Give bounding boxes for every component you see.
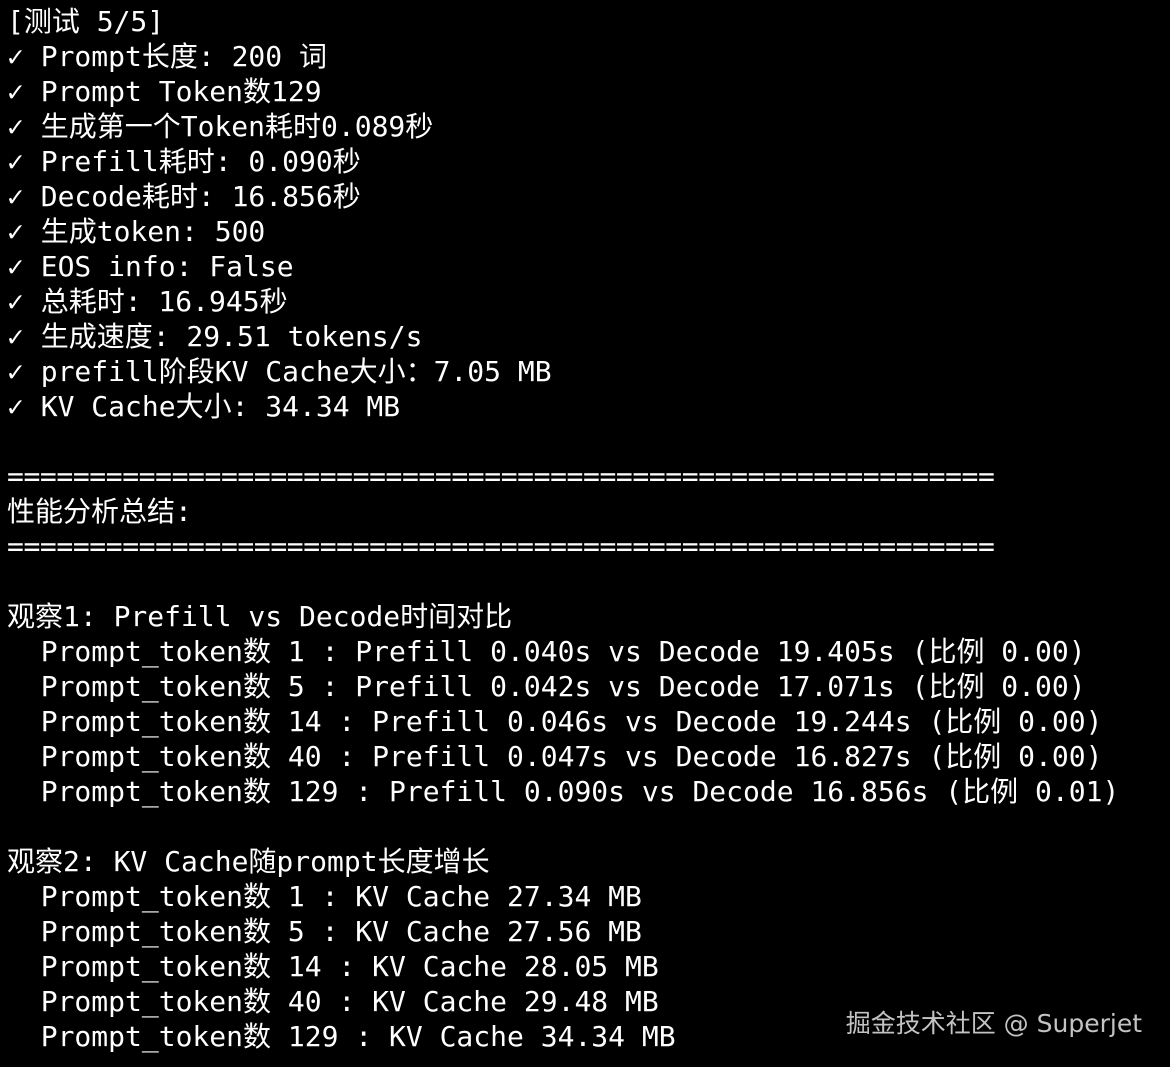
observation-1-title: 观察1: Prefill vs Decode时间对比 [7, 600, 513, 633]
result-generation-speed: ✓ 生成速度: 29.51 tokens/s [7, 320, 423, 353]
observation-2-row: Prompt_token数 14 : KV Cache 28.05 MB [7, 950, 659, 983]
observation-1: 观察1: Prefill vs Decode时间对比 Prompt_token数… [7, 599, 1167, 809]
observation-1-row: Prompt_token数 1 : Prefill 0.040s vs Deco… [7, 635, 1086, 668]
observation-1-row: Prompt_token数 5 : Prefill 0.042s vs Deco… [7, 670, 1086, 703]
terminal-output: [测试 5/5] ✓ Prompt长度: 200 词 ✓ Prompt Toke… [7, 4, 1167, 1054]
result-prefill-kv-cache: ✓ prefill阶段KV Cache大小：7.05 MB [7, 355, 552, 388]
watermark: 掘金技术社区 @ Superjet [845, 1009, 1142, 1038]
result-prompt-length: ✓ Prompt长度: 200 词 [7, 40, 328, 73]
observation-2-row: Prompt_token数 1 : KV Cache 27.34 MB [7, 880, 642, 913]
result-prompt-token-count: ✓ Prompt Token数129 [7, 75, 322, 108]
result-decode-time: ✓ Decode耗时: 16.856秒 [7, 180, 361, 213]
summary-title: 性能分析总结: [7, 495, 192, 528]
observation-1-row: Prompt_token数 40 : Prefill 0.047s vs Dec… [7, 740, 1103, 773]
test-results-list: ✓ Prompt长度: 200 词 ✓ Prompt Token数129 ✓ 生… [7, 39, 1167, 424]
result-kv-cache-size: ✓ KV Cache大小: 34.34 MB [7, 390, 401, 423]
separator-bottom: ========================================… [7, 530, 995, 563]
observation-2-row: Prompt_token数 5 : KV Cache 27.56 MB [7, 915, 642, 948]
result-eos-info: ✓ EOS info: False [7, 250, 294, 283]
test-header: [测试 5/5] [7, 5, 165, 38]
result-first-token-latency: ✓ 生成第一个Token耗时0.089秒 [7, 110, 434, 143]
result-total-time: ✓ 总耗时: 16.945秒 [7, 285, 288, 318]
result-generated-tokens: ✓ 生成token: 500 [7, 215, 266, 248]
observation-1-row: Prompt_token数 14 : Prefill 0.046s vs Dec… [7, 705, 1103, 738]
observation-1-row: Prompt_token数 129 : Prefill 0.090s vs De… [7, 775, 1120, 808]
result-prefill-time: ✓ Prefill耗时: 0.090秒 [7, 145, 361, 178]
separator-top: ========================================… [7, 460, 995, 493]
observation-2-title: 观察2: KV Cache随prompt长度增长 [7, 845, 490, 878]
